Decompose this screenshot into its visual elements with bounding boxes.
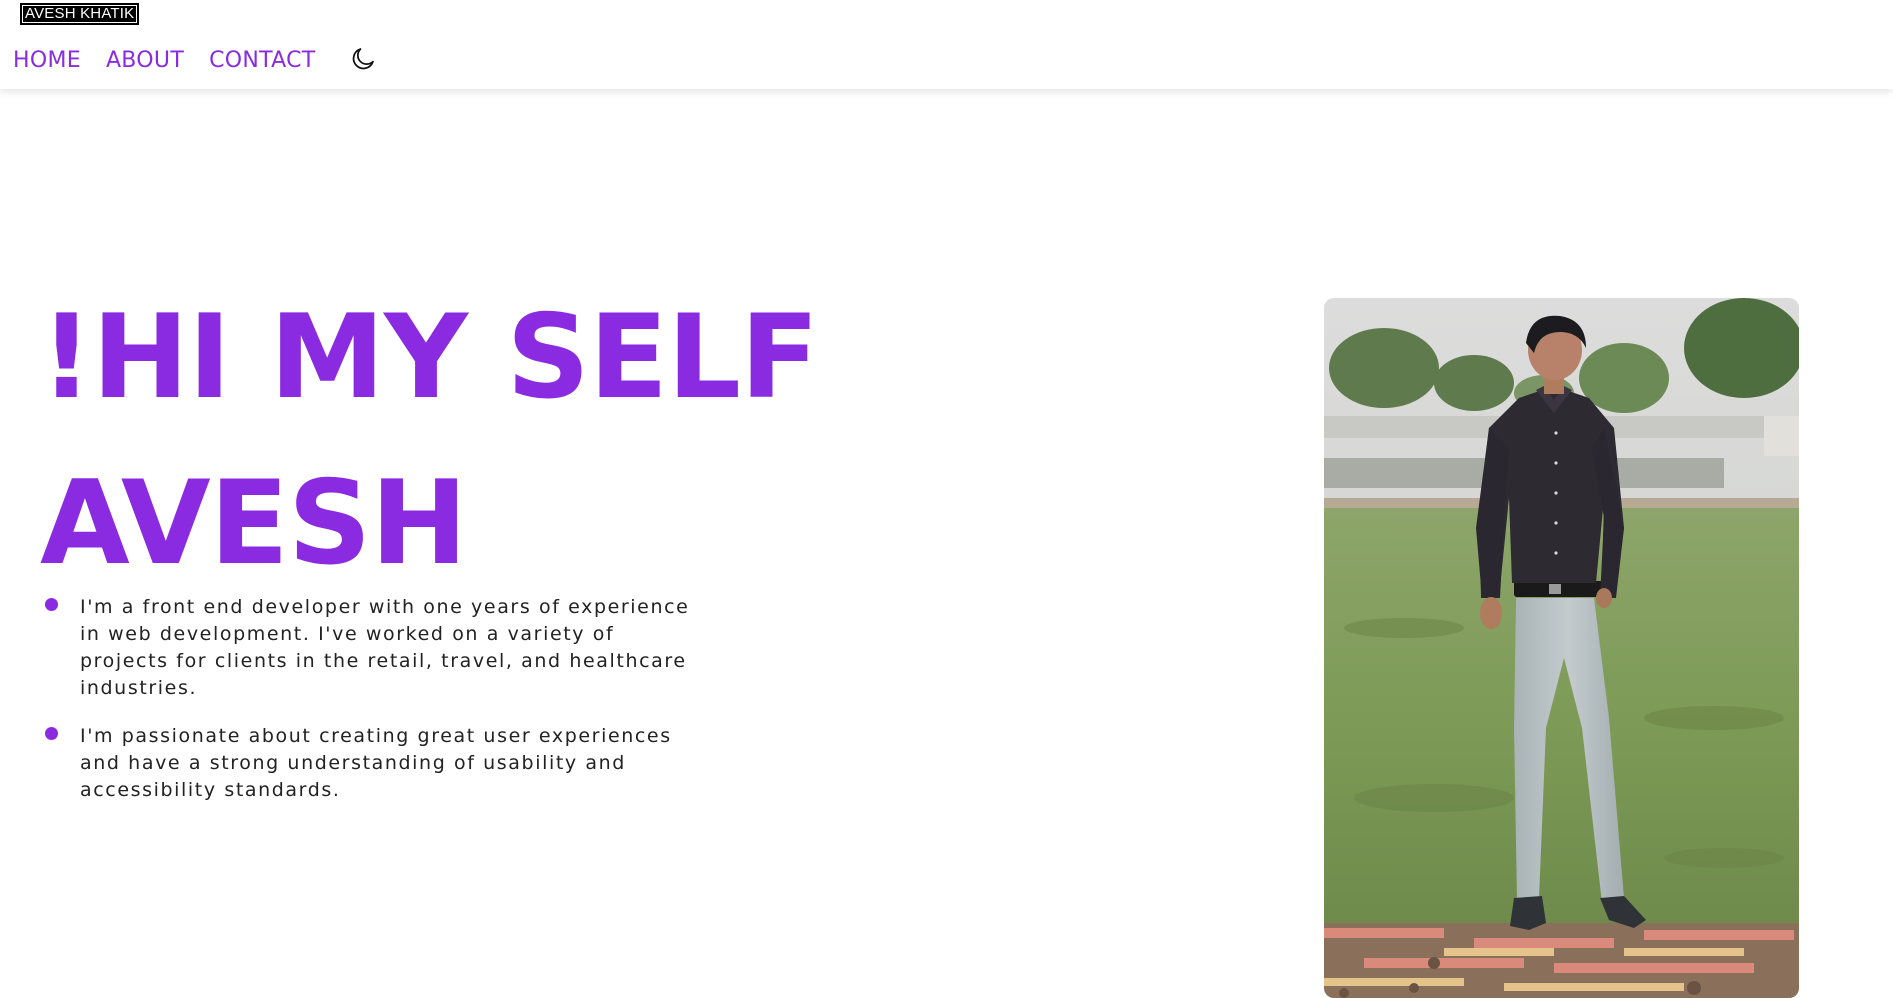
intro-list: I'm a front end developer with one years… — [42, 594, 722, 825]
nav-link-contact[interactable]: CONTACT — [209, 44, 315, 78]
site-header: AVESH KHATIK HOME ABOUT CONTACT — [0, 0, 1893, 89]
hero-section: !HI MY SELF AVESH I'm a front end develo… — [0, 89, 1893, 998]
hero-title-line-1: !HI MY SELF — [40, 290, 819, 425]
intro-item-text: I'm passionate about creating great user… — [80, 725, 672, 801]
bullet-dot-icon — [45, 598, 58, 611]
hero-title: !HI MY SELF AVESH — [40, 275, 940, 607]
nav-link-about[interactable]: ABOUT — [106, 44, 184, 78]
bullet-dot-icon — [45, 727, 58, 740]
profile-photo — [1324, 298, 1799, 998]
nav-link-home[interactable]: HOME — [13, 44, 81, 78]
main-nav: HOME ABOUT CONTACT — [13, 44, 341, 78]
hero-title-line-2: AVESH — [40, 456, 468, 591]
site-logo[interactable]: AVESH KHATIK — [20, 3, 140, 25]
intro-item: I'm a front end developer with one years… — [42, 594, 690, 702]
moon-icon — [352, 48, 374, 70]
intro-item: I'm passionate about creating great user… — [42, 723, 690, 804]
intro-item-text: I'm a front end developer with one years… — [80, 596, 690, 699]
theme-toggle-button[interactable] — [346, 42, 380, 76]
